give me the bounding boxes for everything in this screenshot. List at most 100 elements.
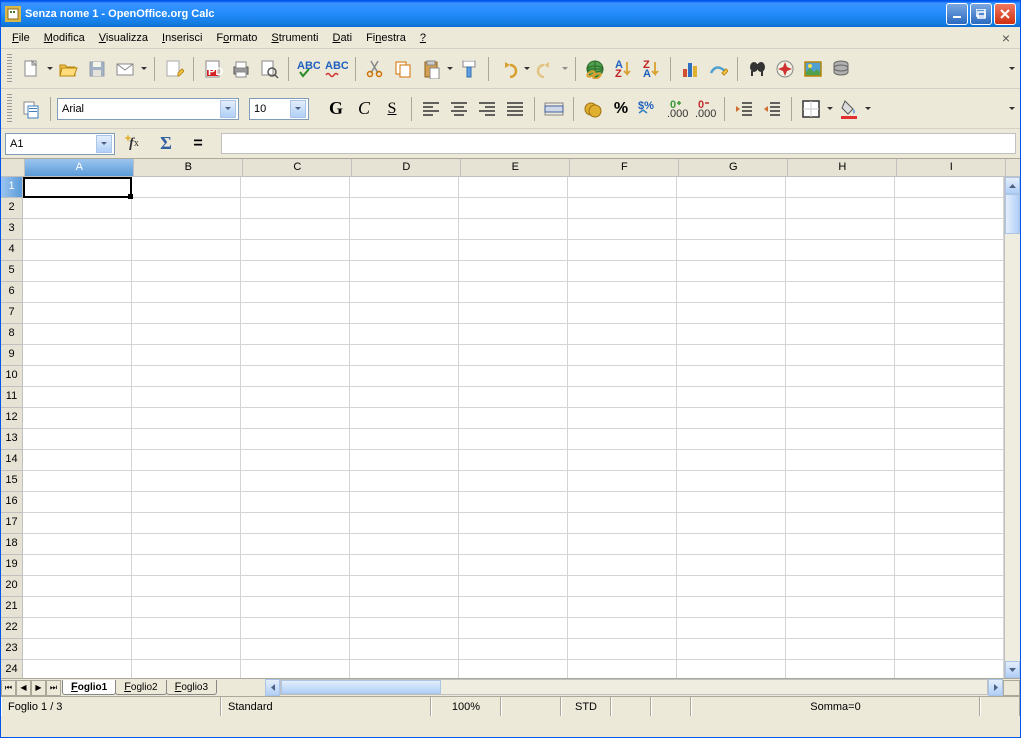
menu-file[interactable]: File bbox=[5, 30, 37, 46]
cell[interactable] bbox=[786, 450, 895, 471]
close-doc-button[interactable]: × bbox=[996, 30, 1016, 46]
row-header-21[interactable]: 21 bbox=[1, 597, 23, 618]
row-header-8[interactable]: 8 bbox=[1, 324, 23, 345]
font-name-select[interactable]: Arial bbox=[57, 98, 239, 120]
cell[interactable] bbox=[132, 408, 241, 429]
cell[interactable] bbox=[786, 408, 895, 429]
edit-file-button[interactable] bbox=[161, 56, 187, 82]
cell[interactable] bbox=[677, 240, 786, 261]
cell[interactable] bbox=[568, 345, 677, 366]
cell[interactable] bbox=[677, 618, 786, 639]
cell[interactable] bbox=[895, 303, 1004, 324]
cell[interactable] bbox=[568, 597, 677, 618]
row-header-4[interactable]: 4 bbox=[1, 240, 23, 261]
cell[interactable] bbox=[459, 198, 568, 219]
align-right-button[interactable] bbox=[474, 96, 500, 122]
col-header-C[interactable]: C bbox=[243, 159, 352, 177]
toolbar-overflow-2[interactable] bbox=[1008, 104, 1016, 113]
new-button[interactable] bbox=[18, 56, 44, 82]
cell[interactable] bbox=[568, 513, 677, 534]
cell[interactable] bbox=[895, 324, 1004, 345]
insert-chart-button[interactable] bbox=[677, 56, 703, 82]
cell[interactable] bbox=[350, 261, 459, 282]
cell[interactable] bbox=[241, 261, 350, 282]
cell[interactable] bbox=[677, 219, 786, 240]
row-header-6[interactable]: 6 bbox=[1, 282, 23, 303]
menu-dati[interactable]: Dati bbox=[325, 30, 359, 46]
percent-button[interactable]: % bbox=[608, 96, 634, 122]
cell[interactable] bbox=[568, 429, 677, 450]
cell[interactable] bbox=[568, 492, 677, 513]
cell[interactable] bbox=[350, 471, 459, 492]
cell[interactable] bbox=[350, 345, 459, 366]
autospell-button[interactable]: ABC bbox=[323, 56, 349, 82]
cell[interactable] bbox=[350, 303, 459, 324]
print-preview-button[interactable] bbox=[256, 56, 282, 82]
cell[interactable] bbox=[241, 534, 350, 555]
datasources-button[interactable] bbox=[828, 56, 854, 82]
row-header-1[interactable]: 1 bbox=[1, 177, 23, 198]
cell[interactable] bbox=[350, 618, 459, 639]
cell[interactable] bbox=[677, 492, 786, 513]
align-left-button[interactable] bbox=[418, 96, 444, 122]
cell[interactable] bbox=[568, 450, 677, 471]
cell[interactable] bbox=[350, 555, 459, 576]
cell[interactable] bbox=[895, 471, 1004, 492]
cell[interactable] bbox=[132, 534, 241, 555]
cell[interactable] bbox=[459, 387, 568, 408]
row-header-11[interactable]: 11 bbox=[1, 387, 23, 408]
underline-button[interactable]: S bbox=[379, 96, 405, 122]
menu-finestra[interactable]: Finestra bbox=[359, 30, 413, 46]
cell[interactable] bbox=[459, 261, 568, 282]
row-header-23[interactable]: 23 bbox=[1, 639, 23, 660]
cell[interactable] bbox=[895, 261, 1004, 282]
paste-dropdown[interactable] bbox=[446, 64, 454, 73]
cell[interactable] bbox=[895, 429, 1004, 450]
find-button[interactable] bbox=[744, 56, 770, 82]
hyperlink-button[interactable] bbox=[582, 56, 608, 82]
cell[interactable] bbox=[895, 345, 1004, 366]
decrease-indent-button[interactable] bbox=[731, 96, 757, 122]
remove-decimal-button[interactable]: 0.000 bbox=[692, 96, 718, 122]
italic-button[interactable]: C bbox=[351, 96, 377, 122]
cell[interactable] bbox=[132, 597, 241, 618]
toolbar-overflow[interactable] bbox=[1008, 64, 1016, 73]
copy-button[interactable] bbox=[390, 56, 416, 82]
row-header-18[interactable]: 18 bbox=[1, 534, 23, 555]
col-header-F[interactable]: F bbox=[570, 159, 679, 177]
cell[interactable] bbox=[677, 429, 786, 450]
cell[interactable] bbox=[459, 597, 568, 618]
col-header-E[interactable]: E bbox=[461, 159, 570, 177]
cell[interactable] bbox=[677, 555, 786, 576]
cell[interactable] bbox=[350, 597, 459, 618]
increase-indent-button[interactable] bbox=[759, 96, 785, 122]
col-header-D[interactable]: D bbox=[352, 159, 461, 177]
cell[interactable] bbox=[459, 429, 568, 450]
row-header-17[interactable]: 17 bbox=[1, 513, 23, 534]
cell[interactable] bbox=[23, 408, 132, 429]
cell[interactable] bbox=[786, 282, 895, 303]
cell[interactable] bbox=[23, 366, 132, 387]
function-wizard-button[interactable]: fx bbox=[121, 131, 147, 157]
cell[interactable] bbox=[23, 303, 132, 324]
menu-formato[interactable]: Formato bbox=[209, 30, 264, 46]
cell[interactable] bbox=[241, 471, 350, 492]
cell[interactable] bbox=[677, 639, 786, 660]
col-header-A[interactable]: A bbox=[25, 159, 134, 177]
cell[interactable] bbox=[786, 303, 895, 324]
cell[interactable] bbox=[23, 660, 132, 678]
sheet-tab-Foglio2[interactable]: Foglio2 bbox=[115, 680, 166, 695]
cell[interactable] bbox=[568, 639, 677, 660]
col-header-B[interactable]: B bbox=[134, 159, 243, 177]
row-header-12[interactable]: 12 bbox=[1, 408, 23, 429]
cell[interactable] bbox=[568, 576, 677, 597]
cell[interactable] bbox=[459, 240, 568, 261]
cell[interactable] bbox=[350, 240, 459, 261]
cell[interactable] bbox=[786, 471, 895, 492]
cell[interactable] bbox=[241, 597, 350, 618]
cell[interactable] bbox=[786, 387, 895, 408]
cell[interactable] bbox=[895, 198, 1004, 219]
cell[interactable] bbox=[568, 177, 677, 198]
borders-button[interactable] bbox=[798, 96, 824, 122]
redo-dropdown[interactable] bbox=[561, 64, 569, 73]
